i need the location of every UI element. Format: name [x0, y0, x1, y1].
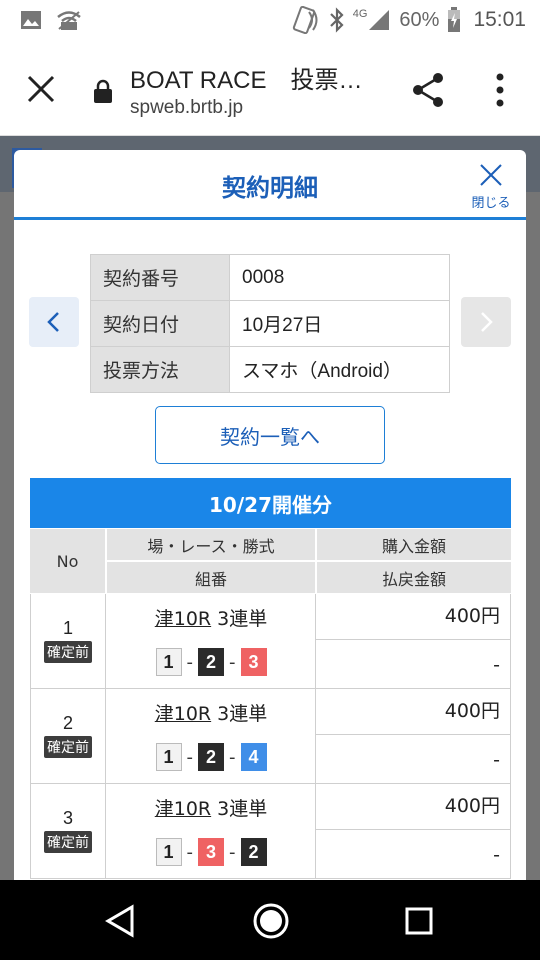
status-bar: 4G 60% 15:01 [0, 0, 540, 42]
battery-percent: 60% [399, 8, 440, 31]
page-url[interactable]: spweb.brtb.jp [130, 97, 243, 119]
bet-row: 3 確定前 津10R 3連単 1-3-2 400円 - [30, 784, 511, 879]
page-title: BOAT RACE 投票… [130, 67, 363, 94]
status-badge: 確定前 [44, 831, 92, 853]
info-row-number: 契約番号 0008 [90, 254, 450, 301]
prev-contract-button[interactable] [29, 297, 79, 347]
image-icon [21, 11, 41, 29]
purchase-amount: 400円 [316, 784, 511, 830]
date-banner: 10/27開催分 [30, 478, 511, 528]
boat-number: 2 [240, 838, 267, 866]
contract-info-table: 契約番号 0008 契約日付 10月27日 投票方法 スマホ（Android） [90, 254, 450, 393]
race-info: 津10R 3連単 [106, 794, 316, 821]
race-info: 津10R 3連単 [106, 699, 316, 726]
vote-method-value: スマホ（Android） [229, 346, 450, 393]
close-x-icon [480, 164, 502, 186]
system-navigation-bar [0, 880, 540, 960]
race-link[interactable]: 津10R [155, 608, 211, 630]
combo-separator: - [186, 746, 194, 768]
info-row-method: 投票方法 スマホ（Android） [90, 346, 450, 393]
combo-separator: - [229, 651, 236, 673]
bet-number-cell: 2 確定前 [30, 689, 106, 784]
header-race-type: 場・レース・勝式 [107, 529, 315, 560]
status-left-icons [20, 9, 82, 31]
header-purchase: 購入金額 [317, 529, 511, 560]
combo-separator: - [186, 841, 194, 863]
bet-row: 2 確定前 津10R 3連単 1-2-4 400円 - [30, 689, 511, 784]
boat-number: 1 [155, 838, 182, 866]
race-combo-cell: 津10R 3連単 1-2-4 [106, 689, 316, 784]
status-badge: 確定前 [44, 641, 92, 663]
bets-table-header: No 場・レース・勝式 組番 購入金額 払戻金額 [30, 529, 511, 593]
share-icon[interactable] [408, 70, 448, 110]
clock: 15:01 [473, 8, 526, 31]
boat-number: 1 [155, 648, 182, 676]
refund-amount: - [316, 640, 511, 689]
boat-number: 4 [240, 743, 267, 771]
modal-title: 契約明細 [222, 174, 318, 202]
combo-separator: - [229, 746, 236, 768]
bluetooth-icon [329, 7, 344, 33]
signal-icon [369, 10, 390, 30]
contract-detail-modal: 契約明細 閉じる 契約番号 0008 契約日付 10月27日 投票方法 スマホ（… [14, 150, 526, 890]
chevron-left-icon [47, 312, 59, 332]
bet-number-cell: 1 確定前 [30, 594, 106, 689]
boat-number: 1 [155, 743, 182, 771]
bet-row: 1 確定前 津10R 3連単 1-2-3 400円 - [30, 594, 511, 689]
refund-amount: - [316, 735, 511, 784]
lock-icon [94, 79, 112, 103]
modal-close-label: 閉じる [471, 196, 511, 211]
battery-icon [448, 7, 461, 32]
status-right-icons: 4G 60% 15:01 [291, 6, 526, 34]
bet-number: 3 [62, 808, 73, 828]
bet-number-cell: 3 確定前 [30, 784, 106, 879]
purchase-amount: 400円 [316, 689, 511, 735]
close-icon[interactable] [24, 72, 58, 106]
race-link[interactable]: 津10R [155, 703, 211, 725]
header-refund: 払戻金額 [317, 562, 511, 593]
boat-number: 2 [198, 648, 224, 676]
combo-separator: - [186, 651, 194, 673]
combo-separator: - [229, 841, 236, 863]
boat-number: 2 [198, 743, 224, 771]
recent-apps-icon[interactable] [404, 906, 434, 936]
modal-header: 契約明細 閉じる [14, 150, 526, 220]
race-info: 津10R 3連単 [106, 604, 316, 631]
boat-number: 3 [198, 838, 224, 866]
refund-amount: - [316, 830, 511, 879]
race-combo-cell: 津10R 3連単 1-2-3 [106, 594, 316, 689]
more-vert-icon[interactable] [490, 72, 510, 108]
contract-number-label: 契約番号 [90, 254, 230, 301]
header-no: No [30, 529, 105, 593]
browser-toolbar: BOAT RACE 投票… spweb.brtb.jp [0, 42, 540, 136]
vote-method-label: 投票方法 [90, 346, 230, 393]
combination: 1-2-4 [106, 743, 316, 771]
home-icon[interactable] [252, 902, 290, 940]
next-contract-button[interactable] [461, 297, 511, 347]
header-combo: 組番 [107, 562, 315, 593]
contract-date-value: 10月27日 [229, 300, 450, 347]
boat-number: 3 [240, 648, 267, 676]
bet-number: 1 [62, 618, 73, 638]
combination: 1-2-3 [106, 648, 316, 676]
nfc-icon [292, 6, 318, 34]
back-icon[interactable] [104, 904, 136, 938]
wifi-off-icon [57, 11, 81, 30]
race-combo-cell: 津10R 3連単 1-3-2 [106, 784, 316, 879]
status-badge: 確定前 [44, 736, 92, 758]
network-type: 4G [352, 8, 368, 20]
contract-number-value: 0008 [229, 254, 450, 301]
race-link[interactable]: 津10R [155, 798, 211, 820]
contract-date-label: 契約日付 [90, 300, 230, 347]
bet-number: 2 [62, 713, 73, 733]
purchase-amount: 400円 [316, 594, 511, 640]
combination: 1-3-2 [106, 838, 316, 866]
bet-type: 3連単 [217, 703, 268, 725]
bet-type: 3連単 [217, 798, 268, 820]
bet-type: 3連単 [217, 608, 268, 630]
chevron-right-icon [481, 312, 493, 332]
contract-list-button[interactable]: 契約一覧へ [155, 406, 385, 464]
info-row-date: 契約日付 10月27日 [90, 300, 450, 347]
modal-close-button[interactable]: 閉じる [466, 162, 516, 212]
